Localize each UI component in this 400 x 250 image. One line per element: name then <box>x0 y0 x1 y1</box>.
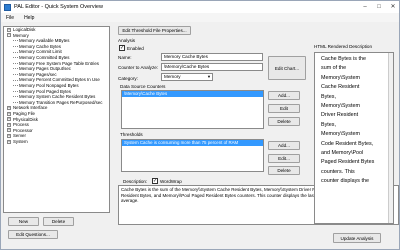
rendered-text-line: Cache Bytes is the <box>321 56 366 62</box>
html-rendered-description-title: HTML Rendered Description <box>314 44 373 49</box>
title-bar: PAL Editor - Quick System Overview – □ ✕ <box>1 1 399 13</box>
app-icon <box>4 3 11 11</box>
rendered-text-line: Cache Resident <box>321 84 360 91</box>
tree-connector <box>13 96 18 98</box>
category-label: Category: <box>118 76 138 81</box>
expand-icon[interactable]: + <box>7 27 11 32</box>
enabled-label: Enabled <box>127 45 144 51</box>
thresholds-list[interactable]: System Cache is consuming more than 75 p… <box>121 139 264 172</box>
name-input[interactable]: Memory Cache Bytes <box>161 53 263 61</box>
tree-connector <box>13 90 18 92</box>
tree-connector <box>13 68 18 70</box>
tree-connector <box>13 57 18 59</box>
tree-connector <box>13 102 18 104</box>
analysis-group-label: Analysis <box>118 38 136 43</box>
new-button[interactable]: New <box>8 217 39 226</box>
menu-help[interactable]: Help <box>19 15 39 21</box>
app-window: PAL Editor - Quick System Overview – □ ✕… <box>0 0 400 250</box>
rendered-text-line: counter displays the <box>321 178 369 185</box>
rendered-text-line: Memory\System <box>321 103 360 110</box>
close-icon[interactable]: ✕ <box>389 3 397 11</box>
expand-icon[interactable]: + <box>7 128 11 133</box>
rendered-text-line: counters. This <box>321 168 355 175</box>
thresholds-label: Thresholds <box>120 132 143 137</box>
thresholds-edit-button[interactable]: Edit... <box>268 154 300 163</box>
tree-connector <box>13 46 18 48</box>
rendered-text-line: Driver Resident <box>321 112 359 119</box>
delete-analysis-button[interactable]: Delete <box>43 217 74 226</box>
rendered-text-line: Paged Resident Bytes <box>321 159 375 166</box>
data-source-delete-button[interactable]: Delete <box>268 117 300 126</box>
tree-connector <box>13 85 18 87</box>
thresholds-add-button[interactable]: Add... <box>268 141 300 150</box>
name-label: Name: <box>118 55 132 60</box>
rendered-text-line: Memory\System <box>321 131 360 138</box>
description-label: Description: <box>123 179 148 184</box>
html-rendered-description: Cache Bytes is the sum of the Memory\Syste… <box>314 52 394 224</box>
rendered-text-line: Code Resident Bytes, <box>321 140 374 147</box>
wordwrap-checkbox[interactable]: ✓ <box>152 178 158 184</box>
scrollbar[interactable] <box>388 53 393 223</box>
edit-questions-button[interactable]: Edit Questions... <box>8 230 58 239</box>
data-source-edit-button[interactable]: Edit <box>268 104 300 113</box>
expand-icon[interactable]: + <box>7 117 11 122</box>
tree-item-label: System <box>13 138 28 144</box>
edit-chart-button[interactable]: Edit Chart... <box>268 56 306 80</box>
thresholds-delete-button[interactable]: Delete <box>268 166 300 175</box>
minimize-icon[interactable]: – <box>361 3 369 11</box>
rendered-text-line: Memory\System <box>321 74 360 81</box>
menu-bar: File Help <box>1 13 399 22</box>
tree-connector <box>13 40 18 42</box>
collapse-icon[interactable]: − <box>7 33 11 38</box>
counter-to-analyze-input[interactable]: \Memory\Cache Bytes <box>161 63 263 71</box>
tree-connector <box>13 74 18 76</box>
rendered-text-line: sum of the <box>321 65 347 72</box>
tree-connector <box>13 62 18 64</box>
list-item[interactable]: \Memory\Cache Bytes <box>122 91 263 97</box>
counter-to-analyze-label: Counter to Analyze: <box>118 65 159 70</box>
rendered-text-line: Bytes, <box>321 93 336 100</box>
edit-threshold-file-properties-button[interactable]: Edit Threshold File Properties... <box>118 26 191 35</box>
update-analysis-button[interactable]: Update Analysis <box>333 233 381 243</box>
counter-tree[interactable]: + LogicalDisk − Memory Memory Available MByt… <box>3 26 110 213</box>
maximize-icon[interactable]: □ <box>375 3 383 11</box>
rendered-text-line: and Memory\Pool <box>321 150 364 157</box>
tree-connector <box>13 51 18 53</box>
tree-connector <box>13 79 18 81</box>
list-item[interactable]: System Cache is consuming more than 75 p… <box>122 140 263 146</box>
category-select[interactable]: Memory ▼ <box>161 73 213 81</box>
expand-icon[interactable]: + <box>7 111 11 116</box>
expand-icon[interactable]: + <box>7 106 11 111</box>
expand-icon[interactable]: + <box>7 139 11 144</box>
tree-item[interactable]: + System <box>4 139 109 145</box>
data-source-add-button[interactable]: Add... <box>268 91 300 100</box>
window-title: PAL Editor - Quick System Overview <box>14 4 103 10</box>
menu-file[interactable]: File <box>1 15 19 21</box>
chevron-down-icon: ▼ <box>207 74 211 79</box>
category-value: Memory <box>164 74 181 79</box>
wordwrap-label: WordWrap <box>160 179 182 184</box>
enabled-checkbox[interactable]: ✓ <box>119 45 125 51</box>
data-source-counters-label: Data Source Counters <box>120 84 166 89</box>
expand-icon[interactable]: + <box>7 134 11 139</box>
data-source-list[interactable]: \Memory\Cache Bytes <box>121 90 264 129</box>
expand-icon[interactable]: + <box>7 122 11 127</box>
rendered-text-line: Bytes, <box>321 121 336 128</box>
